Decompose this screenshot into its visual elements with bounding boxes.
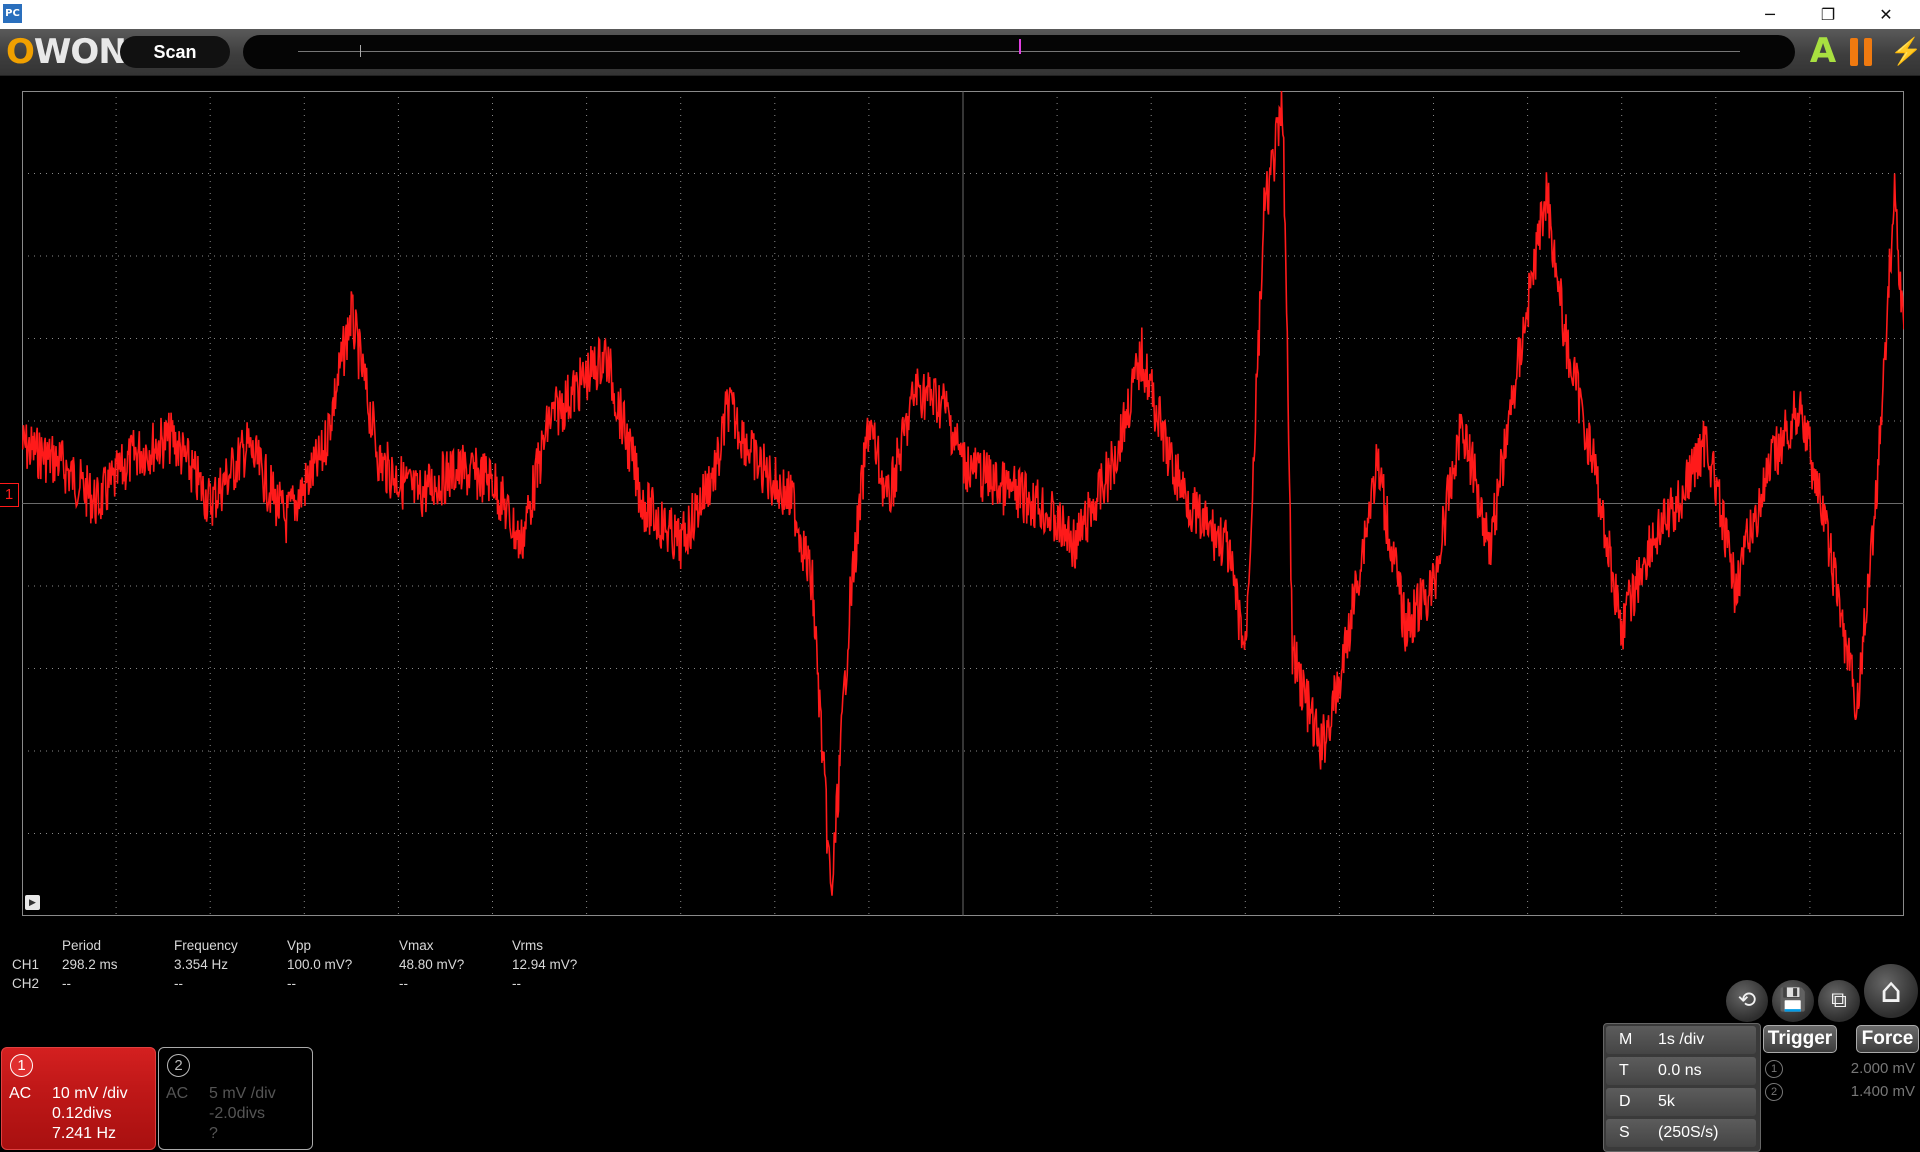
timebase-row-d[interactable]: D 5k: [1606, 1088, 1756, 1116]
ch1-frequency: 7.241 Hz: [52, 1125, 117, 1142]
app-icon: PC: [3, 4, 22, 23]
force-button[interactable]: Force: [1856, 1025, 1919, 1053]
ch2-offset: -2.0divs: [209, 1105, 266, 1122]
timeline-view-marker[interactable]: [360, 45, 361, 57]
expand-icon[interactable]: ▶: [25, 895, 40, 910]
scope-display[interactable]: [22, 91, 1904, 916]
ch1-settings-box[interactable]: 1 AC 10 mV /div 0.12divs 7.241 Hz: [1, 1047, 156, 1150]
ch1-vmax: 48.80 mV?: [399, 957, 465, 972]
ch1-coupling: AC: [9, 1085, 32, 1102]
ch2-coupling: AC: [166, 1085, 189, 1102]
header-frequency: Frequency: [174, 938, 238, 953]
ch2-vmax: --: [399, 976, 408, 991]
top-toolbar: OWON Scan A ⚡: [0, 29, 1920, 76]
close-button[interactable]: ✕: [1858, 0, 1914, 29]
ch2-number: 2: [167, 1054, 190, 1077]
ch2-frequency: ?: [209, 1125, 218, 1142]
timebase-panel: M 1s /div T 0.0 ns D 5k S (250S/s): [1603, 1023, 1761, 1152]
ch1-waveform: [22, 91, 1904, 896]
ch2-period: --: [62, 976, 71, 991]
header-vrms: Vrms: [512, 938, 543, 953]
autoset-icon[interactable]: A: [1808, 31, 1838, 71]
dock-icon[interactable]: ⧉: [1818, 980, 1860, 1022]
ch2-vrms: --: [512, 976, 521, 991]
pause-icon[interactable]: [1850, 38, 1876, 66]
trigger-button[interactable]: Trigger: [1763, 1025, 1837, 1053]
restore-button[interactable]: ❐: [1800, 0, 1856, 29]
header-vpp: Vpp: [287, 938, 312, 953]
ch1-level-marker[interactable]: 1: [0, 483, 19, 507]
waveform-timeline-bar[interactable]: [243, 35, 1795, 69]
owon-logo: OWON: [6, 32, 127, 72]
row-channel: CH1: [12, 957, 40, 972]
single-trigger-icon[interactable]: ⚡: [1890, 33, 1920, 69]
timebase-row-m[interactable]: M 1s /div: [1606, 1026, 1756, 1054]
ch1-frequency: 3.354 Hz: [174, 957, 229, 972]
ch1-scale: 10 mV /div: [52, 1085, 128, 1102]
ch2-settings-box[interactable]: 2 AC 5 mV /div -2.0divs ?: [158, 1047, 313, 1150]
title-bar: PC ─ ❐ ✕: [0, 0, 1920, 29]
ch1-vpp: 100.0 mV?: [287, 957, 353, 972]
minimize-button[interactable]: ─: [1742, 0, 1798, 29]
home-icon[interactable]: ⌂: [1864, 964, 1918, 1018]
ch1-vrms: 12.94 mV?: [512, 957, 578, 972]
header-period: Period: [62, 938, 102, 953]
ch2-vpp: --: [287, 976, 296, 991]
timebase-row-s[interactable]: S (250S/s): [1606, 1119, 1756, 1147]
ch2-scale: 5 mV /div: [209, 1085, 276, 1102]
ch1-trace-path: [22, 91, 1904, 896]
timeline-trigger-marker[interactable]: [1019, 39, 1021, 54]
header-vmax: Vmax: [399, 938, 434, 953]
scan-button[interactable]: Scan: [120, 36, 230, 68]
reset-icon[interactable]: ⟲: [1726, 980, 1768, 1022]
ch1-number: 1: [10, 1054, 33, 1077]
timebase-row-t[interactable]: T 0.0 ns: [1606, 1057, 1756, 1085]
row-channel: CH2: [12, 976, 40, 991]
ch1-offset: 0.12divs: [52, 1105, 112, 1122]
save-icon[interactable]: 💾: [1772, 980, 1814, 1022]
ch1-period: 298.2 ms: [62, 957, 118, 972]
ch2-frequency: --: [174, 976, 183, 991]
